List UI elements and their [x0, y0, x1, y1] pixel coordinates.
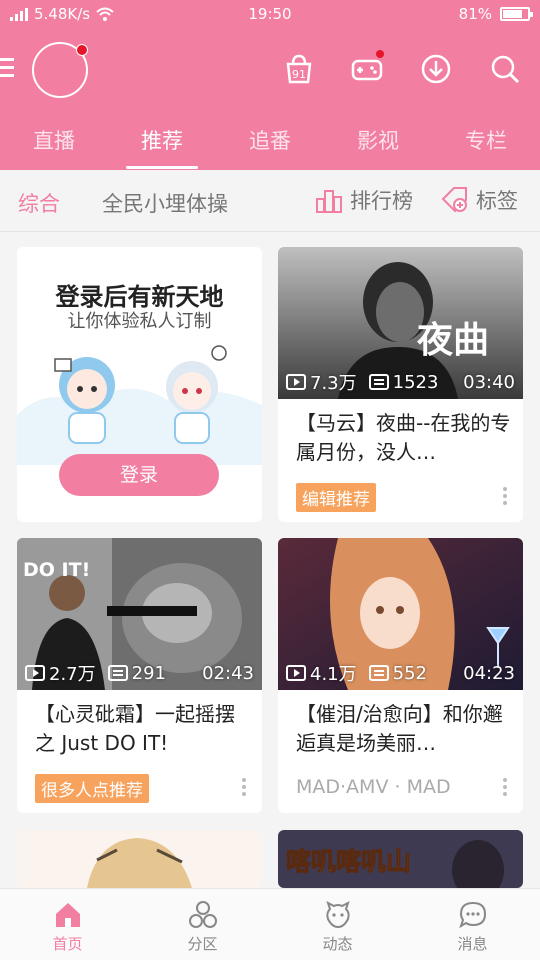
video-stats: 7.3万 1523 03:40 — [286, 369, 515, 395]
more-options-icon[interactable] — [503, 487, 507, 505]
danmaku-icon — [107, 665, 128, 681]
home-icon — [55, 903, 80, 927]
tab-recommend[interactable]: 推荐 — [108, 126, 216, 169]
subnav-comprehensive[interactable]: 综合 — [18, 188, 60, 218]
categories-icon — [188, 901, 217, 928]
notification-dot — [76, 44, 88, 56]
video-card[interactable]: 夜曲 7.3万 1523 03:40 【马云】夜曲--在我的专属月份，没人… 编… — [278, 247, 523, 522]
nav-home[interactable]: 首页 — [0, 889, 135, 960]
sub-navigation: 综合 全民小埋体操 排行榜 标签 — [0, 170, 540, 232]
video-thumbnail: 夜曲 7.3万 1523 03:40 — [278, 247, 523, 399]
battery-icon — [500, 7, 533, 21]
video-stats: 4.1万 552 04:23 — [286, 660, 515, 686]
video-stats: 2.7万 291 02:43 — [25, 660, 254, 686]
subnav-campaign[interactable]: 全民小埋体操 — [102, 188, 228, 218]
message-icon — [458, 901, 486, 929]
search-icon[interactable] — [488, 52, 522, 86]
thumbnail-caption: 喀叽喀叽山 — [286, 847, 411, 876]
tab-live[interactable]: 直播 — [0, 126, 108, 156]
nav-dynamics[interactable]: 动态 — [270, 889, 405, 960]
ranking-icon — [316, 190, 342, 213]
category-tag[interactable]: MAD·AMV · MAD — [296, 776, 451, 798]
game-controller-icon[interactable] — [350, 50, 384, 86]
video-duration: 04:23 — [463, 662, 515, 684]
tags-button[interactable]: 标签 — [440, 185, 518, 215]
play-count-icon — [286, 374, 306, 390]
thumbnail-caption: DO IT! — [23, 559, 90, 581]
recommend-badge: 很多人点推荐 — [35, 774, 149, 803]
danmaku-icon — [368, 665, 389, 681]
ranking-button[interactable]: 排行榜 — [314, 185, 413, 215]
svg-text:91: 91 — [292, 68, 306, 81]
bottom-navigation: 首页 分区 动态 消息 — [0, 888, 540, 960]
video-title[interactable]: 【马云】夜曲--在我的专属月份，没人… — [296, 409, 511, 467]
video-card[interactable] — [17, 830, 262, 888]
tab-film[interactable]: 影视 — [324, 126, 432, 156]
video-thumbnail: DO IT! 2.7万 291 02:43 — [17, 538, 262, 690]
notification-dot — [376, 50, 384, 58]
status-bar: 5.48K/s 19:50 81% — [0, 0, 540, 30]
play-count-icon — [25, 665, 45, 681]
play-count-icon — [286, 665, 306, 681]
tab-column[interactable]: 专栏 — [432, 126, 540, 156]
video-duration: 03:40 — [463, 371, 515, 393]
mascot-illustration — [17, 345, 262, 465]
battery-percent: 81% — [458, 5, 492, 23]
video-card[interactable]: DO IT! 2.7万 291 02:43 【心灵砒霜】一起摇摆之 Just D… — [17, 538, 262, 813]
download-icon[interactable] — [419, 52, 453, 86]
more-options-icon[interactable] — [242, 778, 246, 796]
active-tab-indicator — [126, 166, 198, 169]
video-card[interactable]: 4.1万 552 04:23 【催泪/治愈向】和你邂逅真是场美丽… MAD·AM… — [278, 538, 523, 813]
nav-messages[interactable]: 消息 — [405, 889, 540, 960]
tab-anime[interactable]: 追番 — [216, 126, 324, 156]
more-options-icon[interactable] — [503, 778, 507, 796]
video-thumbnail: 喀叽喀叽山 — [278, 830, 523, 888]
video-duration: 02:43 — [202, 662, 254, 684]
avatar[interactable] — [32, 42, 88, 98]
video-title[interactable]: 【催泪/治愈向】和你邂逅真是场美丽… — [296, 700, 511, 758]
nav-categories[interactable]: 分区 — [135, 889, 270, 960]
tag-icon — [441, 187, 467, 213]
login-subtitle: 让你体验私人订制 — [67, 311, 212, 332]
video-thumbnail — [17, 830, 262, 888]
video-thumbnail: 4.1万 552 04:23 — [278, 538, 523, 690]
top-header: 91 直播 推荐 追番 影视 专栏 — [0, 30, 540, 170]
dynamics-icon — [325, 901, 350, 929]
recommend-badge: 编辑推荐 — [296, 483, 376, 512]
video-card[interactable]: 喀叽喀叽山 — [278, 830, 523, 888]
login-card: 登录后有新天地 让你体验私人订制 登录 — [17, 247, 262, 522]
top-tabs: 直播 推荐 追番 影视 专栏 — [0, 126, 540, 170]
menu-icon[interactable] — [0, 58, 14, 78]
danmaku-icon — [368, 374, 389, 390]
game-center-icon[interactable]: 91 — [282, 52, 316, 86]
thumbnail-caption: 夜曲 — [416, 319, 489, 361]
login-button[interactable]: 登录 — [59, 454, 219, 496]
video-title[interactable]: 【心灵砒霜】一起摇摆之 Just DO IT! — [35, 700, 250, 758]
